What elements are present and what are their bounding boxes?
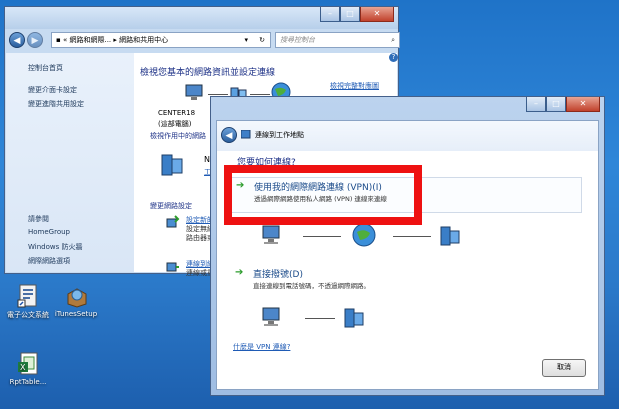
installer-icon [65,284,87,308]
desktop-icon-label: iTunesSetup [54,310,98,318]
desktop: 電子公文系統 iTunesSetup X RptTable... – □ ✕ ◀… [0,0,619,409]
active-networks-heading: 檢視作用中的網路 [150,132,206,140]
sidebar: 控制台首頁 變更介面卡設定 變更進階共用設定 請參閱 HomeGroup Win… [6,53,134,272]
change-settings-heading: 變更網路設定 [150,202,192,210]
help-icon[interactable]: ? [389,53,398,62]
search-input[interactable]: 搜尋控制台 ⌕ [275,32,400,48]
maximize-button[interactable]: □ [546,97,566,112]
workplace-icon [240,129,251,139]
maximize-button[interactable]: □ [340,7,360,22]
computer-icon [184,84,206,102]
sidebar-see-also-heading: 請參閱 [28,215,49,223]
building-network-icon [160,151,186,177]
green-arrow-icon: ➔ [235,267,244,278]
network-icon: ▪ « [56,36,70,44]
computer-icon [261,225,283,244]
refresh-icon[interactable]: ↻ [259,33,265,47]
option-desc: 直接連線到電話號碼，不透過網際網路。 [253,282,370,290]
chevron-down-icon[interactable]: ▾ [244,33,248,47]
sidebar-item-control-panel-home[interactable]: 控制台首頁 [28,63,63,73]
building-network-icon [343,307,367,329]
forward-button[interactable]: ▶ [27,32,43,48]
back-button[interactable]: ◀ [221,127,237,143]
computer-name: CENTER18 [158,109,196,117]
excel-file-icon: X [17,352,39,376]
back-button[interactable]: ◀ [9,32,25,48]
search-icon: ⌕ [391,36,395,44]
connection-line [208,94,228,95]
close-button[interactable]: ✕ [360,7,394,22]
address-bar[interactable]: ▪ « 網路和網際... ▸ 網路和共用中心 ▾ ↻ [51,32,271,48]
connection-line [393,236,431,237]
wizard-title: 連線到工作地點 [255,131,304,139]
sidebar-item-homegroup[interactable]: HomeGroup [28,228,70,236]
sidebar-item-internet-options[interactable]: 網際網路選項 [28,256,70,266]
sidebar-item-advanced-sharing[interactable]: 變更進階共用設定 [28,99,84,109]
connect-network-icon [166,259,180,273]
cancel-button[interactable]: 取消 [542,359,586,377]
caption-buttons: – □ ✕ [526,97,600,112]
connection-line [305,318,335,319]
view-full-map-link[interactable]: 檢視完整對應圖 [330,81,379,91]
computer-icon [261,307,283,326]
connect-workplace-dialog: – □ ✕ ◀ 連線到工作地點 您要如何連線? ➔ 使用我的網際網路連線 (VP… [210,96,605,396]
wizard-content: ◀ 連線到工作地點 您要如何連線? ➔ 使用我的網際網路連線 (VPN)(I) … [216,120,599,390]
desktop-icon-itunes-setup[interactable]: iTunesSetup [52,284,100,318]
breadcrumb-item[interactable]: 網路和網際... [69,36,111,44]
address-bar-row: ◀ ▶ ▪ « 網路和網際... ▸ 網路和共用中心 ▾ ↻ 搜尋控制台 ⌕ [9,31,400,51]
new-connection-icon [166,215,180,229]
desktop-icon-rpttable[interactable]: X RptTable... [4,352,52,386]
search-placeholder: 搜尋控制台 [280,36,315,44]
desktop-icon-label: RptTable... [9,378,47,386]
wizard-header: ◀ 連線到工作地點 [217,121,598,151]
svg-text:X: X [20,363,26,372]
computer-sub: (這部電腦) [158,120,192,128]
document-shortcut-icon [17,284,39,308]
minimize-button[interactable]: – [320,7,340,22]
desktop-icon-label: 電子公文系統 [7,311,49,319]
desktop-icon-document-system[interactable]: 電子公文系統 [4,284,52,320]
minimize-button[interactable]: – [526,97,546,112]
breadcrumb-item[interactable]: 網路和共用中心 [119,36,168,44]
close-button[interactable]: ✕ [566,97,600,112]
window-titlebar: – □ ✕ [5,7,398,29]
option-title: 直接撥號(D) [253,270,303,280]
connection-line [250,94,270,95]
what-is-vpn-link[interactable]: 什麼是 VPN 連線? [233,342,290,352]
option-dial-up[interactable]: ➔ 直接撥號(D) 直接連線到電話號碼，不透過網際網路。 [229,265,582,295]
sidebar-item-firewall[interactable]: Windows 防火牆 [28,242,82,252]
connection-line [303,236,341,237]
building-network-icon [439,225,463,247]
internet-globe-icon [351,222,377,248]
page-title: 檢視您基本的網路資訊並設定連線 [140,68,276,78]
highlight-box [224,165,422,225]
sidebar-item-adapter-settings[interactable]: 變更介面卡設定 [28,85,77,95]
caption-buttons: – □ ✕ [320,7,394,22]
